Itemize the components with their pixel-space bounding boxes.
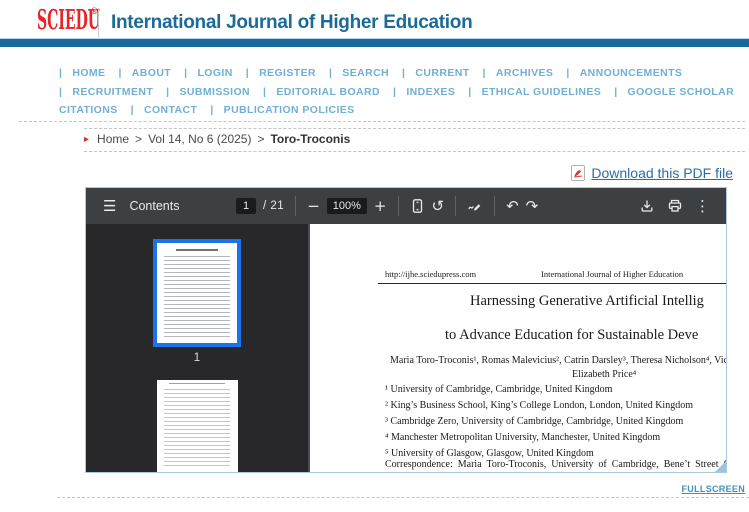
sciedu-logo[interactable]: SCIEDU ® [37, 5, 107, 37]
logo-divider [98, 8, 99, 37]
affiliation-line: ³ Cambridge Zero, University of Cambridg… [385, 416, 684, 427]
page-root: SCIEDU ® International Journal of Higher… [0, 0, 749, 512]
nav-item-ethical-guidelines[interactable]: ETHICAL GUIDELINES [468, 86, 614, 98]
divider-dashed-breadcrumb-bottom [84, 151, 745, 152]
pdf-toolbar: ☰ Contents 1 / 21 − 100% + ↺ ↶ ↷ ⋮ [86, 188, 726, 224]
nav-item-archives[interactable]: ARCHIVES [483, 67, 567, 79]
nav-item-current[interactable]: CURRENT [402, 67, 482, 79]
breadcrumb-separator: > [257, 132, 265, 146]
nav-item-google-scholar[interactable]: GOOGLE SCHOLAR [614, 86, 747, 98]
nav-item-register[interactable]: REGISTER [246, 67, 329, 79]
divider-dashed-bottom [57, 497, 749, 498]
toolbar-separator [295, 196, 297, 216]
breadcrumb-arrow-icon: ▸ [84, 133, 90, 145]
nav-item-recruitment[interactable]: RECRUITMENT [59, 86, 166, 98]
paper-affiliations: ¹ University of Cambridge, Cambridge, Un… [385, 382, 693, 462]
rotate-icon[interactable]: ↺ [432, 198, 445, 214]
paper-header-url: http://ijhe.sciedupress.com [385, 269, 477, 279]
nav-item-about[interactable]: ABOUT [118, 67, 184, 79]
toolbar-separator [494, 196, 496, 216]
more-options-icon[interactable]: ⋮ [695, 198, 710, 214]
paper-correspondence: Correspondence: Maria Toro-Troconis, Uni… [385, 459, 726, 470]
breadcrumb-home[interactable]: Home [97, 132, 129, 146]
breadcrumb-separator: > [135, 132, 143, 146]
download-row: Download this PDF file [571, 165, 733, 181]
affiliation-line: ¹ University of Cambridge, Cambridge, Un… [385, 384, 613, 395]
paper-header-journal: International Journal of Higher Educatio… [541, 269, 684, 279]
nav-item-login[interactable]: LOGIN [184, 67, 246, 79]
download-pdf-link[interactable]: Download this PDF file [591, 165, 733, 181]
pdf-file-icon [571, 165, 586, 181]
thumbnail-page-preview [156, 379, 238, 472]
breadcrumb-issue[interactable]: Vol 14, No 6 (2025) [148, 132, 251, 146]
pdf-page[interactable]: http://ijhe.sciedupress.com Internationa… [308, 224, 726, 472]
zoom-in-icon[interactable]: + [374, 198, 387, 214]
page-number-input[interactable]: 1 [236, 198, 256, 214]
nav-item-contact[interactable]: CONTACT [131, 104, 211, 116]
affiliation-line: ⁴ Manchester Metropolitan University, Ma… [385, 432, 661, 443]
toolbar-separator [397, 196, 399, 216]
thumbnail-page-preview [157, 243, 237, 343]
thumbnail-panel: 1 [86, 224, 308, 472]
nav-item-announcements[interactable]: ANNOUNCEMENTS [566, 67, 695, 79]
page-count: / 21 [263, 200, 285, 212]
divider-dashed-top [19, 121, 745, 122]
undo-icon[interactable]: ↶ [506, 198, 519, 214]
menu-icon[interactable]: ☰ [103, 198, 116, 214]
print-icon[interactable] [667, 198, 683, 214]
journal-title: International Journal of Higher Educatio… [111, 12, 473, 33]
annotate-icon[interactable] [467, 199, 483, 213]
download-icon[interactable] [639, 198, 655, 214]
paper-header-rule [378, 283, 726, 284]
paper-title-line1: Harnessing Generative Artificial Intelli… [470, 293, 704, 309]
breadcrumb-current: Toro-Troconis [270, 132, 351, 146]
redo-icon[interactable]: ↷ [526, 198, 539, 214]
page-thumbnail-2[interactable] [156, 379, 238, 472]
breadcrumb: ▸ Home > Vol 14, No 6 (2025) > Toro-Troc… [84, 132, 350, 146]
affiliation-line: ² King’s Business School, King’s College… [385, 400, 693, 411]
header-bar [0, 38, 749, 47]
page-thumbnail-1[interactable] [153, 239, 241, 347]
nav-item-search[interactable]: SEARCH [329, 67, 402, 79]
registered-mark: ® [91, 6, 98, 16]
contents-label: Contents [129, 199, 180, 213]
nav-item-editorial-board[interactable]: EDITORIAL BOARD [263, 86, 393, 98]
nav-item-submission[interactable]: SUBMISSION [166, 86, 263, 98]
nav-item-indexes[interactable]: INDEXES [393, 86, 468, 98]
toolbar-separator [455, 196, 457, 216]
divider-dashed-breadcrumb-top [84, 128, 745, 129]
thumbnail-page-number: 1 [193, 351, 201, 364]
pdf-viewer-body: 1 http://ijhe.sciedupress.com Internatio… [86, 224, 726, 472]
fullscreen-link[interactable]: FULLSCREEN [682, 484, 746, 494]
zoom-level: 100% [326, 198, 367, 214]
zoom-out-icon[interactable]: − [307, 198, 320, 214]
nav-item-citations[interactable]: CITATIONS [59, 104, 131, 116]
resize-grip[interactable] [715, 461, 726, 472]
main-nav: HOMEABOUTLOGINREGISTERSEARCHCURRENTARCHI… [59, 64, 747, 120]
paper-title-line2: to Advance Education for Sustainable Dev… [445, 327, 699, 343]
paper-authors-line1: Maria Toro-Troconis¹, Romas Malevicius²,… [390, 355, 726, 366]
fit-page-icon[interactable] [410, 198, 425, 214]
paper-authors-line2: Elizabeth Price⁴ [572, 369, 637, 380]
nav-item-publication-policies[interactable]: PUBLICATION POLICIES [210, 104, 367, 116]
nav-item-home[interactable]: HOME [59, 67, 118, 79]
pdf-viewer: ☰ Contents 1 / 21 − 100% + ↺ ↶ ↷ ⋮ 1 htt… [85, 187, 727, 473]
